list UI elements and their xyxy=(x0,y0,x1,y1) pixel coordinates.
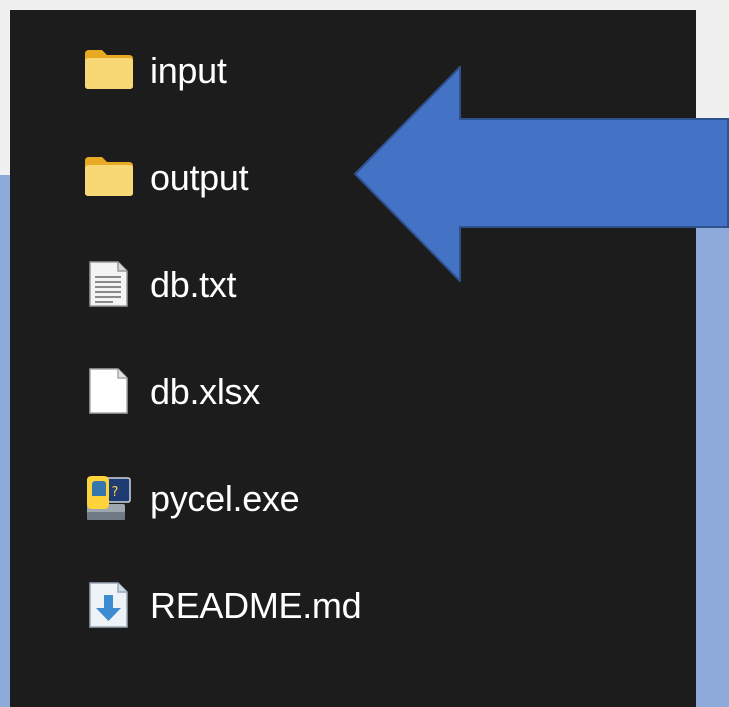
markdown-file-icon xyxy=(84,581,140,631)
file-name: output xyxy=(150,157,249,198)
file-name: input xyxy=(150,50,227,91)
python-exe-icon: ? xyxy=(84,474,140,524)
left-arrow-icon xyxy=(354,66,729,282)
file-name: pycel.exe xyxy=(150,478,300,519)
file-name: db.xlsx xyxy=(150,371,260,412)
text-file-icon xyxy=(84,260,140,310)
folder-icon xyxy=(84,153,140,203)
blank-file-icon xyxy=(84,367,140,417)
folder-icon xyxy=(84,46,140,96)
svg-text:?: ? xyxy=(112,485,119,500)
file-name: db.txt xyxy=(150,264,237,305)
file-name: README.md xyxy=(150,585,362,626)
